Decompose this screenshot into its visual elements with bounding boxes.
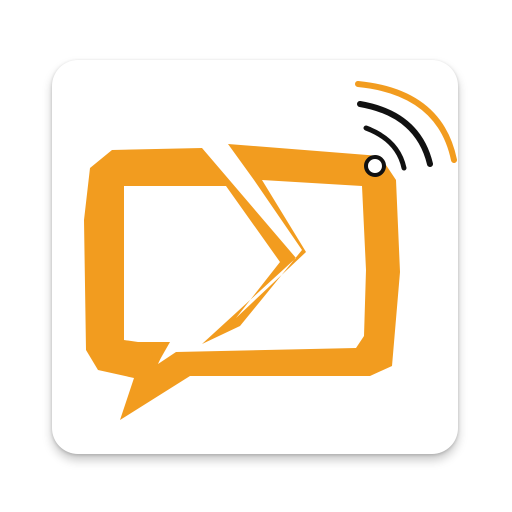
signal-arc-middle (357, 101, 433, 167)
app-icon-canvas (0, 0, 512, 512)
antenna-dot (364, 155, 386, 177)
chat-tv-broadcast-icon (84, 81, 457, 420)
speech-bubble-screen-frame (84, 144, 400, 420)
